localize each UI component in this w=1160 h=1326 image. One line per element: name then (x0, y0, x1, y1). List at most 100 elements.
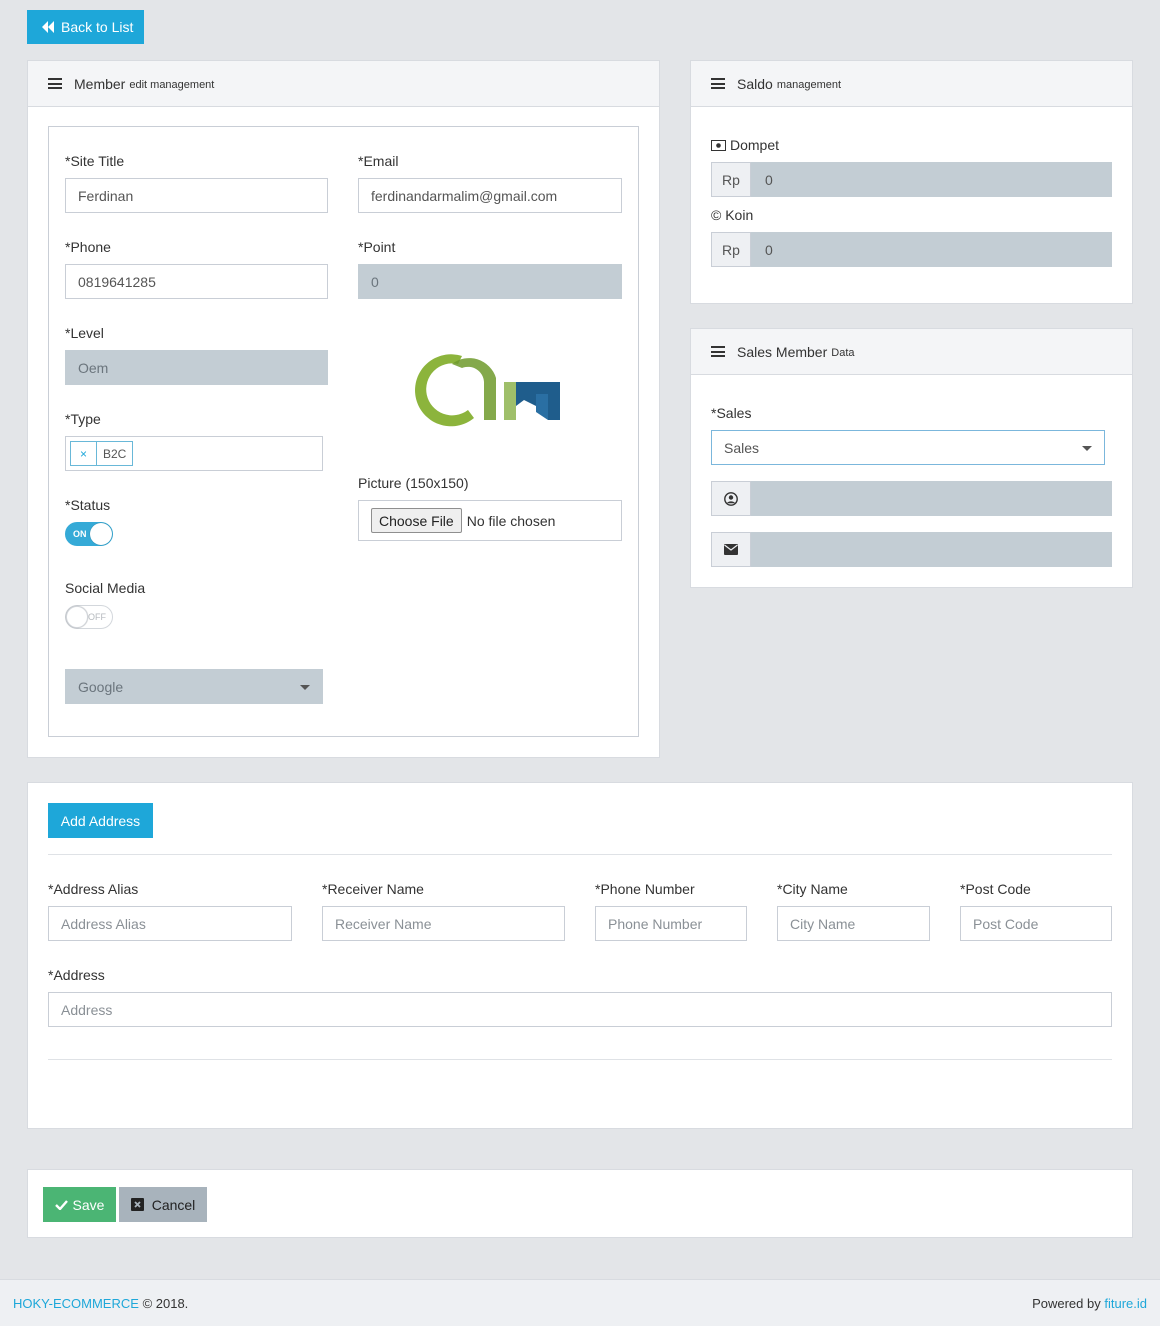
member-panel-title: Member (74, 75, 126, 92)
social-media-toggle-label: OFF (88, 612, 106, 622)
dompet-input-group: Rp 0 (711, 162, 1112, 197)
email-label: *Email (358, 153, 399, 169)
city-name-placeholder: City Name (790, 915, 856, 932)
sales-email-input (751, 532, 1112, 567)
member-panel-subtitle: edit management (129, 78, 215, 91)
address-alias-placeholder: Address Alias (61, 915, 146, 932)
type-tag-label: B2C (103, 446, 127, 461)
sales-select-value: Sales (724, 439, 760, 456)
back-to-list-label: Back to List (61, 19, 134, 35)
type-tag: × B2C (70, 441, 134, 466)
sales-panel-header: Sales Member Data (691, 329, 1132, 375)
toggle-knob (66, 606, 88, 628)
list-icon (711, 78, 725, 89)
dompet-input: 0 (751, 162, 1112, 197)
level-label: *Level (65, 325, 104, 341)
sales-select[interactable]: Sales (711, 430, 1105, 465)
footer-brand-link[interactable]: HOKY-ECOMMERCE (13, 1296, 139, 1311)
phone-number-placeholder: Phone Number (608, 915, 703, 932)
status-toggle-label: ON (73, 529, 87, 539)
picture-label: Picture (150x150) (358, 475, 469, 491)
caret-down-icon (300, 685, 310, 690)
address-alias-label: *Address Alias (48, 881, 139, 897)
cancel-label: Cancel (151, 1196, 196, 1213)
address-divider-top (48, 854, 1112, 855)
file-status: No file chosen (466, 512, 556, 529)
picture-file-input[interactable]: Choose File No file chosen (358, 500, 622, 541)
post-code-placeholder: Post Code (973, 915, 1039, 932)
koin-input: 0 (751, 232, 1112, 267)
social-media-toggle[interactable]: OFF (65, 605, 113, 629)
sales-email-group (711, 532, 1112, 567)
saldo-panel-subtitle: management (776, 78, 842, 91)
address-input[interactable]: Address (48, 992, 1112, 1027)
saldo-panel-header: Saldo management (691, 61, 1132, 107)
footer-powered: Powered by fiture.id (1032, 1296, 1147, 1311)
address-panel (27, 782, 1133, 1129)
money-icon (711, 139, 726, 151)
sales-name-input (751, 481, 1112, 516)
close-square-icon (130, 1198, 144, 1211)
status-toggle[interactable]: ON (65, 522, 113, 546)
sales-name-group (711, 481, 1112, 516)
dompet-label: Dompet (730, 137, 780, 153)
list-icon (48, 78, 62, 89)
social-media-select-value: Google (78, 678, 124, 695)
phone-label: *Phone (65, 239, 111, 255)
status-label: *Status (65, 497, 111, 513)
caret-down-icon (1082, 446, 1092, 451)
point-label: *Point (358, 239, 396, 255)
social-media-select[interactable]: Google (65, 669, 323, 704)
sales-label: *Sales (711, 405, 752, 421)
receiver-name-input[interactable]: Receiver Name (322, 906, 565, 941)
city-name-label: *City Name (777, 881, 848, 897)
phone-number-label: *Phone Number (595, 881, 695, 897)
choose-file-button[interactable]: Choose File (371, 508, 462, 533)
dompet-currency-addon: Rp (711, 162, 751, 197)
footer-powered-label: Powered by (1032, 1295, 1101, 1311)
address-placeholder: Address (61, 1001, 113, 1018)
address-label: *Address (48, 967, 105, 983)
list-icon (711, 346, 725, 357)
toggle-knob (90, 523, 112, 545)
social-media-label: Social Media (65, 580, 146, 596)
member-panel-header: Member edit management (28, 61, 659, 107)
phone-input[interactable]: 0819641285 (65, 264, 328, 299)
receiver-name-placeholder: Receiver Name (335, 915, 432, 932)
sales-panel-title: Sales Member (737, 343, 828, 360)
cancel-button[interactable]: Cancel (119, 1187, 207, 1222)
email-input[interactable]: ferdinandarmalim@gmail.com (358, 178, 622, 213)
site-title-label: *Site Title (65, 153, 125, 169)
footer: HOKY-ECOMMERCE © 2018. Powered by fiture… (0, 1279, 1160, 1326)
saldo-panel-title: Saldo (737, 75, 773, 92)
koin-currency-addon: Rp (711, 232, 751, 267)
tag-remove-icon[interactable]: × (71, 442, 97, 465)
add-address-button[interactable]: Add Address (48, 803, 153, 838)
city-name-input[interactable]: City Name (777, 906, 930, 941)
address-divider-bottom (48, 1059, 1112, 1060)
double-chevron-left-icon (41, 21, 55, 33)
footer-copyright: HOKY-ECOMMERCE © 2018. (13, 1296, 188, 1311)
save-button[interactable]: Save (43, 1187, 116, 1222)
site-title-input[interactable]: Ferdinan (65, 178, 328, 213)
member-picture-logo (412, 348, 564, 430)
koin-input-group: Rp 0 (711, 232, 1112, 267)
save-label: Save (72, 1196, 105, 1213)
address-alias-input[interactable]: Address Alias (48, 906, 292, 941)
receiver-name-label: *Receiver Name (322, 881, 424, 897)
member-form-box (48, 126, 639, 737)
post-code-label: *Post Code (960, 881, 1031, 897)
type-label: *Type (65, 411, 101, 427)
user-circle-icon (711, 481, 751, 516)
footer-copy: © 2018. (142, 1295, 189, 1311)
check-icon (54, 1199, 68, 1210)
phone-number-input[interactable]: Phone Number (595, 906, 747, 941)
post-code-input[interactable]: Post Code (960, 906, 1112, 941)
sales-panel-subtitle: Data (831, 346, 855, 359)
level-input: Oem (65, 350, 328, 385)
back-to-list-button[interactable]: Back to List (27, 10, 144, 44)
type-multiselect[interactable]: × B2C (65, 436, 323, 471)
envelope-icon (711, 532, 751, 567)
dompet-label-row: Dompet (711, 137, 779, 153)
footer-vendor-link[interactable]: fiture.id (1104, 1296, 1147, 1311)
